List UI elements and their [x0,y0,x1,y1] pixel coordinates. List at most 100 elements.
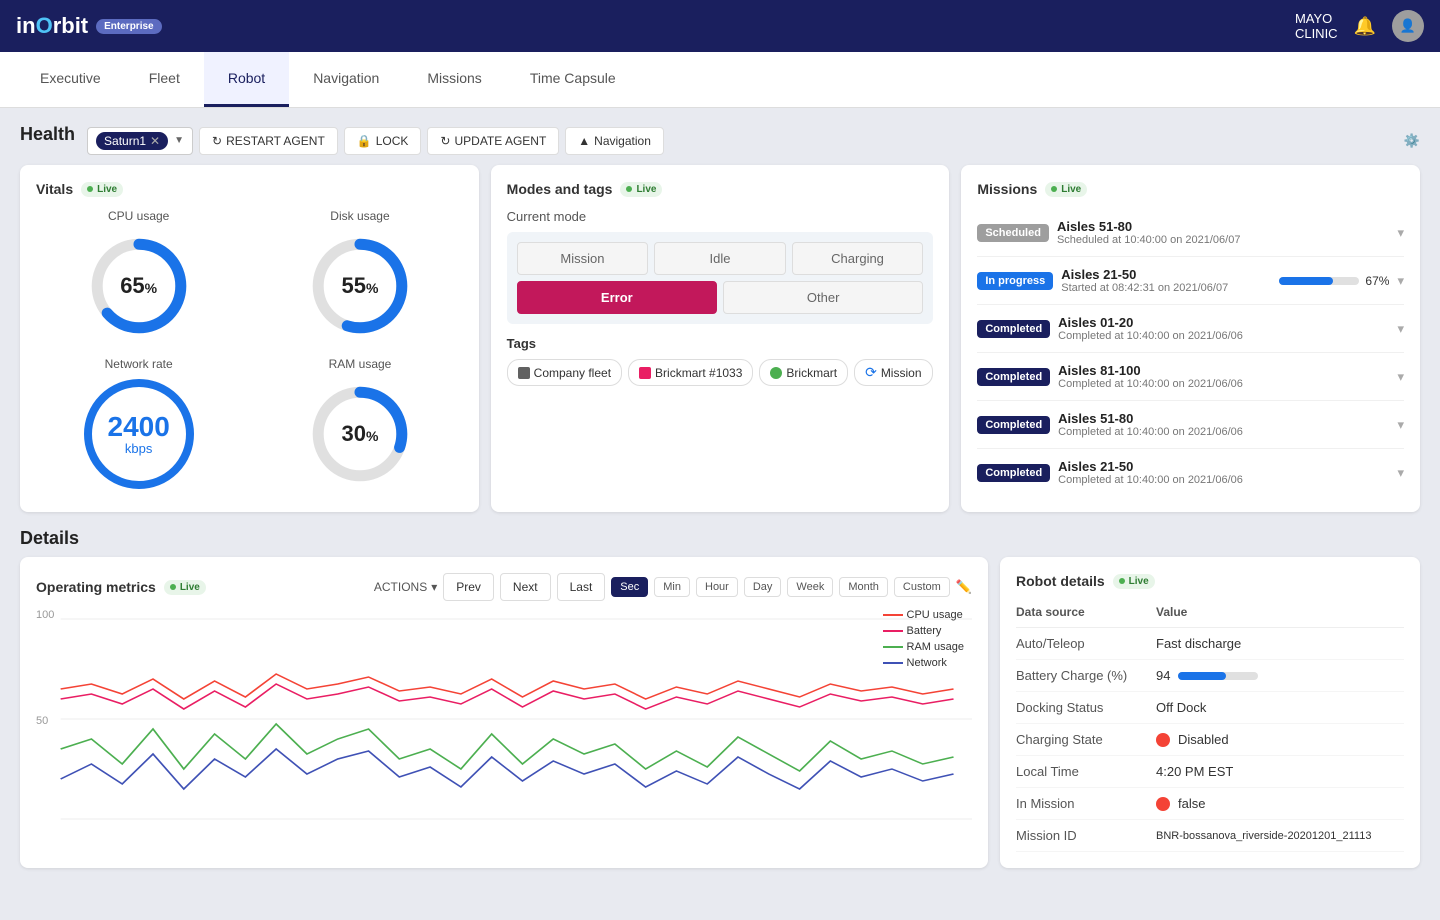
user-avatar[interactable]: 👤 [1392,10,1424,42]
lock-btn[interactable]: 🔒 LOCK [344,127,422,155]
actions-dropdown-btn[interactable]: ACTIONS ▾ [374,580,437,594]
live-dot [87,186,93,192]
row-source: Docking Status [1016,692,1156,724]
robot-details-table: Data source Value Auto/Teleop Fast disch… [1016,601,1404,852]
tag-company-fleet[interactable]: Company fleet [507,359,622,386]
robot-details-live-badge: Live [1113,574,1155,589]
operating-metrics-card: Operating metrics Live ACTIONS ▾ Prev Ne… [20,557,988,868]
navigation-btn[interactable]: ▲ Navigation [565,127,664,155]
mission-item: Completed Aisles 01-20 Completed at 10:4… [977,305,1404,353]
mission-name: Aisles 21-50 [1058,459,1389,474]
robot-selector[interactable]: Saturn1 ✕ ▼ [87,127,193,155]
mission-name: Aisles 51-80 [1058,411,1389,426]
robot-details-title: Robot details [1016,573,1105,589]
mode-idle-btn[interactable]: Idle [654,242,786,275]
bell-icon[interactable]: 🔔 [1354,16,1376,37]
vitals-grid: CPU usage 65% Disk usage [36,209,463,489]
restart-agent-btn[interactable]: ↻ RESTART AGENT [199,127,338,155]
current-mode-label: Current mode [507,209,934,224]
logo: inOrbit Enterprise [16,13,162,39]
next-btn[interactable]: Next [500,573,551,601]
tab-robot[interactable]: Robot [204,52,289,107]
ram-label: RAM usage [329,357,392,371]
y-label-50: 50 [36,715,48,727]
mode-error-btn[interactable]: Error [517,281,717,314]
mode-mission-btn[interactable]: Mission [517,242,649,275]
y-label-100: 100 [36,609,54,621]
ram-donut: 30% [305,379,415,489]
metrics-header: Operating metrics Live ACTIONS ▾ Prev Ne… [36,573,972,601]
time-min-btn[interactable]: Min [654,577,690,597]
mission-time: Completed at 10:40:00 on 2021/06/06 [1058,378,1389,390]
tag-brickmart-1033[interactable]: Brickmart #1033 [628,359,753,386]
mission-info: Aisles 51-80 Completed at 10:40:00 on 20… [1058,411,1389,438]
tag-brickmart[interactable]: Brickmart [759,359,848,386]
prev-btn[interactable]: Prev [443,573,494,601]
table-row: Local Time 4:20 PM EST [1016,756,1404,788]
time-custom-btn[interactable]: Custom [894,577,950,597]
chevron-icon[interactable]: ▾ [1397,369,1404,385]
time-month-btn[interactable]: Month [839,577,888,597]
tab-executive[interactable]: Executive [16,52,125,107]
row-source: Battery Charge (%) [1016,660,1156,692]
time-week-btn[interactable]: Week [787,577,833,597]
disk-usage-item: Disk usage 55% [257,209,462,341]
mode-other-btn[interactable]: Other [723,281,923,314]
mission-progress: 67% [1279,274,1389,288]
settings-icon[interactable]: ⚙️ [1404,133,1420,149]
mission-badge-completed: Completed [977,368,1050,386]
row-value: 94 [1156,660,1404,692]
last-btn[interactable]: Last [557,573,606,601]
restart-icon: ↻ [212,134,222,148]
chevron-icon[interactable]: ▾ [1397,273,1404,289]
vitals-live-badge: Live [81,182,123,197]
mode-buttons-row2: Error Other [517,281,924,314]
time-sec-btn[interactable]: Sec [611,577,648,597]
health-cards: Vitals Live CPU usage 65% [20,165,1420,512]
mission-badge-completed: Completed [977,320,1050,338]
remove-robot-btn[interactable]: ✕ [150,134,160,148]
tab-missions[interactable]: Missions [403,52,505,107]
tab-fleet[interactable]: Fleet [125,52,204,107]
time-hour-btn[interactable]: Hour [696,577,738,597]
chevron-icon[interactable]: ▾ [1397,417,1404,433]
table-row: Charging State Disabled [1016,724,1404,756]
modes-tags-card: Modes and tags Live Current mode Mission… [491,165,950,512]
network-label: Network rate [105,357,173,371]
header-icons: MAYOCLINIC 🔔 👤 [1295,10,1424,42]
cpu-label: CPU usage [108,209,169,223]
disk-donut: 55% [305,231,415,341]
network-unit: kbps [125,441,152,456]
selector-dropdown-icon[interactable]: ▼ [174,135,184,146]
tag-mission[interactable]: ⟳ Mission [854,359,932,386]
battery-bar-bg [1178,672,1258,680]
tag-icon-company [518,367,530,379]
edit-icon[interactable]: ✏️ [956,579,972,595]
update-agent-btn[interactable]: ↻ UPDATE AGENT [427,127,559,155]
progress-bar-bg [1279,277,1359,285]
row-source: Mission ID [1016,820,1156,852]
row-value: Disabled [1156,724,1404,756]
row-source: Local Time [1016,756,1156,788]
tags-row: Company fleet Brickmart #1033 Brickmart … [507,359,934,386]
mission-time: Started at 08:42:31 on 2021/06/07 [1061,282,1271,294]
details-title: Details [20,528,79,548]
chevron-icon[interactable]: ▾ [1397,321,1404,337]
status-red-icon [1156,733,1170,747]
missions-label: Missions [977,181,1037,197]
health-title: Health [20,124,75,145]
tags-label: Tags [507,336,934,351]
battery-bar-container: 94 [1156,668,1404,683]
clinic-icon[interactable]: MAYOCLINIC [1295,11,1338,41]
time-day-btn[interactable]: Day [744,577,782,597]
tab-timecapsule[interactable]: Time Capsule [506,52,640,107]
chevron-icon[interactable]: ▾ [1397,465,1404,481]
mode-charging-btn[interactable]: Charging [792,242,924,275]
row-value: 4:20 PM EST [1156,756,1404,788]
update-icon: ↻ [440,134,450,148]
chevron-icon[interactable]: ▾ [1397,225,1404,241]
tab-navigation[interactable]: Navigation [289,52,403,107]
logo-text: inOrbit [16,13,88,39]
mission-time: Completed at 10:40:00 on 2021/06/06 [1058,474,1389,486]
progress-pct: 67% [1365,274,1389,288]
